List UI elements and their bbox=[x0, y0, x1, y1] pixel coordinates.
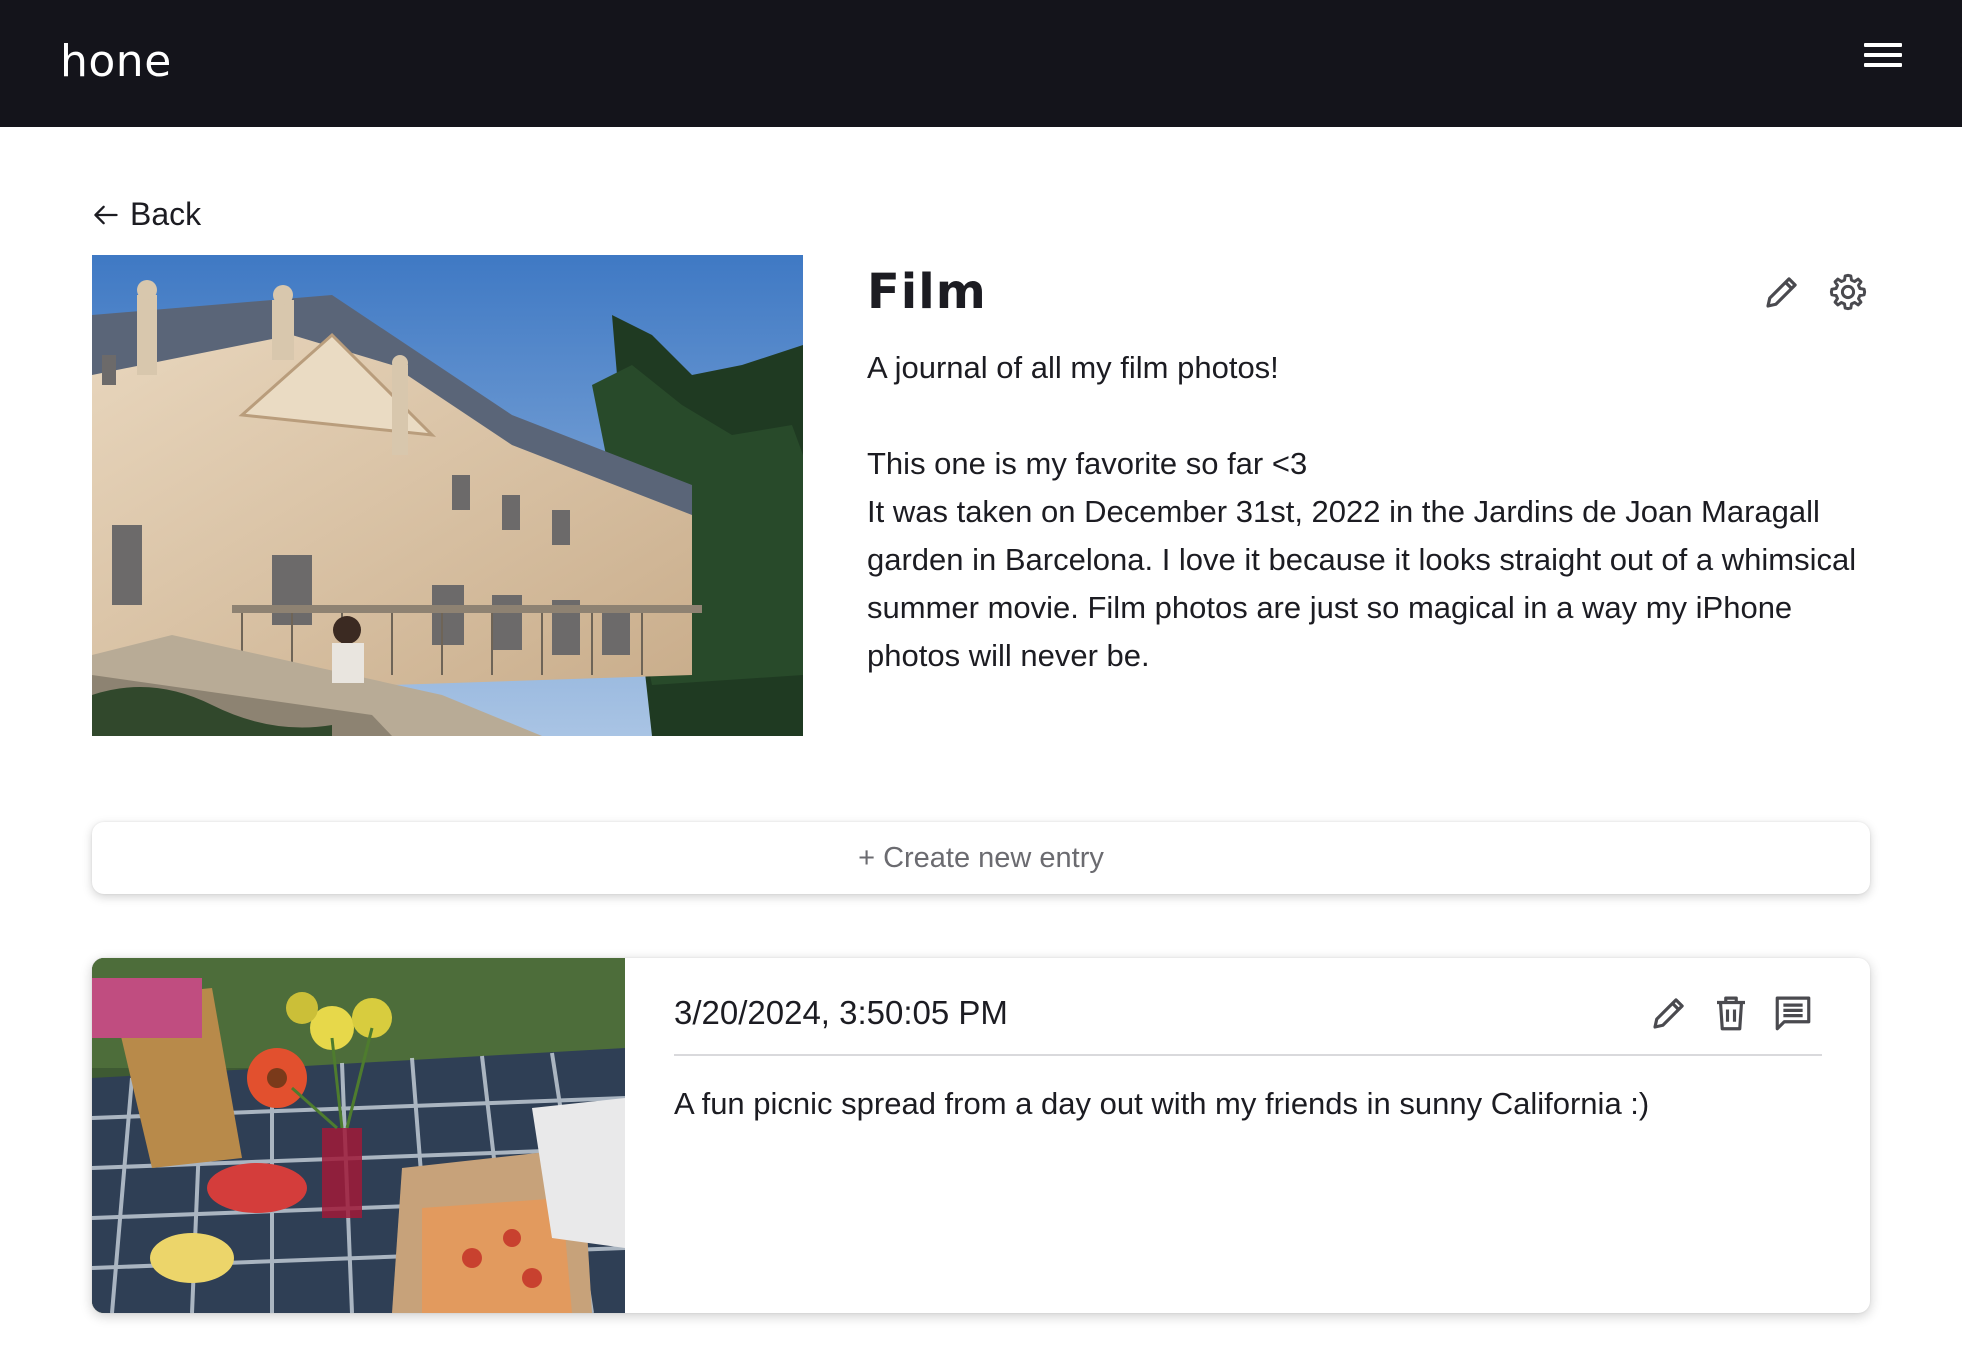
edit-entry-button[interactable] bbox=[1647, 991, 1691, 1035]
menu-line bbox=[1864, 43, 1902, 47]
description-line: It was taken on December 31st, 2022 in t… bbox=[867, 494, 1857, 673]
entry-actions bbox=[1647, 991, 1815, 1035]
arrow-left-icon bbox=[94, 205, 118, 224]
app-logo[interactable]: hone bbox=[60, 36, 172, 87]
entry-text: A fun picnic spread from a day out with … bbox=[674, 1086, 1650, 1121]
create-entry-button[interactable]: + Create new entry bbox=[92, 822, 1870, 894]
description-line: A journal of all my film photos! bbox=[867, 350, 1279, 385]
description-line: This one is my favorite so far <3 bbox=[867, 446, 1308, 481]
comment-icon bbox=[1775, 996, 1811, 1031]
journal-title: Film bbox=[867, 264, 987, 320]
delete-entry-button[interactable] bbox=[1709, 991, 1753, 1035]
back-label: Back bbox=[130, 196, 202, 232]
entry-card: 3/20/2024, 3:50:05 PM A fun picnic sprea… bbox=[92, 958, 1870, 1313]
pencil-icon bbox=[1653, 998, 1684, 1029]
edit-journal-button[interactable] bbox=[1760, 270, 1804, 314]
journal-description: A journal of all my film photos! This on… bbox=[867, 344, 1877, 680]
entry-divider bbox=[674, 1054, 1822, 1056]
picnic-photo-illustration bbox=[92, 958, 625, 1313]
comments-button[interactable] bbox=[1771, 991, 1815, 1035]
back-link[interactable]: Back bbox=[92, 196, 201, 233]
top-nav-bar: hone bbox=[0, 0, 1962, 127]
journal-actions bbox=[1760, 270, 1870, 314]
gear-icon bbox=[1829, 273, 1867, 311]
trash-icon bbox=[1717, 996, 1745, 1031]
journal-cover-photo bbox=[92, 255, 803, 736]
menu-line bbox=[1864, 53, 1902, 57]
pencil-icon bbox=[1766, 277, 1797, 308]
building-photo-illustration bbox=[92, 255, 803, 736]
journal-settings-button[interactable] bbox=[1826, 270, 1870, 314]
hamburger-menu-icon[interactable] bbox=[1864, 41, 1904, 71]
entry-photo bbox=[92, 958, 625, 1313]
entry-date: 3/20/2024, 3:50:05 PM bbox=[674, 994, 1008, 1031]
menu-line bbox=[1864, 63, 1902, 67]
